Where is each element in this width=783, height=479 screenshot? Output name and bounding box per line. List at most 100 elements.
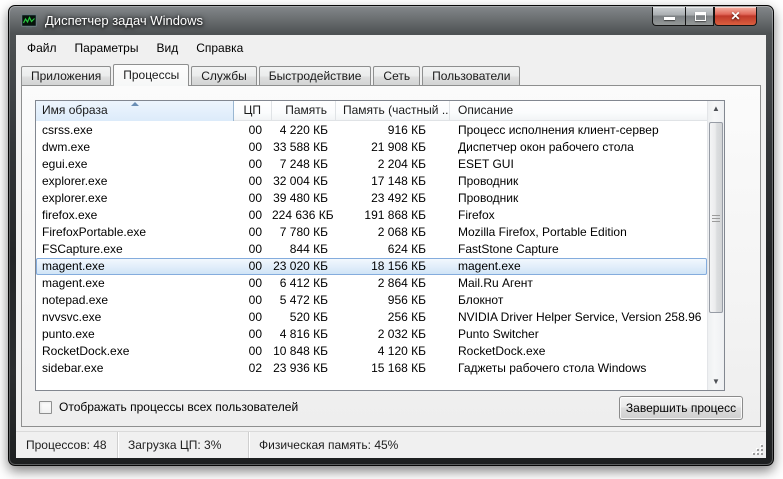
table-cell: 224 636 КБ [272,208,334,222]
table-cell: Диспетчер окон рабочего стола [458,140,634,154]
table-cell: 10 848 КБ [273,344,328,358]
tab-strip: Приложения Процессы Службы Быстродействи… [21,64,761,86]
table-row[interactable]: egui.exe 00 7 248 КБ 2 204 КБ ESET GUI [36,156,707,173]
table-row[interactable]: sidebar.exe 02 23 936 КБ 15 168 КБ Гаджеты р… [36,360,707,377]
menu-item-options[interactable]: Параметры [66,37,148,59]
table-cell: Проводник [458,191,519,205]
table-cell: 18 156 КБ [371,259,426,273]
table-row[interactable]: explorer.exe 00 39 480 КБ 23 492 КБ Проводни… [36,190,707,207]
column-header-memory[interactable]: Память [272,101,336,121]
tab-networking[interactable]: Сеть [373,66,421,86]
table-row[interactable]: dwm.exe 00 33 588 КБ 21 908 КБ Диспетчер око… [36,139,707,156]
tab-users[interactable]: Пользователи [422,66,521,86]
table-cell: 2 068 КБ [377,225,426,239]
table-cell: 00 [248,123,262,137]
task-manager-window: Диспетчер задач Windows ✕ Файл Параметры… [8,5,774,466]
table-row[interactable]: RocketDock.exe 00 10 848 КБ 4 120 КБ RocketD… [36,343,707,360]
table-cell: Punto Switcher [458,327,539,341]
client-area: Файл Параметры Вид Справка Приложения Пр… [16,35,766,458]
table-row[interactable]: csrss.exe 00 4 220 КБ 916 КБ Процесс исполне… [36,122,707,139]
table-cell: 02 [248,361,262,375]
table-cell: 624 КБ [387,242,426,256]
sort-asc-icon [130,102,139,106]
table-cell: 956 КБ [387,293,426,307]
tab-services[interactable]: Службы [191,66,257,86]
column-header-description[interactable]: Описание [450,101,707,121]
show-all-users-checkbox[interactable] [39,400,52,414]
table-cell: RocketDock.exe [458,344,546,358]
tab-applications[interactable]: Приложения [21,66,112,86]
scroll-up-icon[interactable]: ▲ [708,101,724,117]
status-cpu-load: Загрузка ЦП: 3% [118,432,249,458]
end-process-button[interactable]: Завершить процесс [619,396,743,420]
menu-item-file[interactable]: Файл [18,37,66,59]
table-cell: 15 168 КБ [371,361,426,375]
close-button[interactable]: ✕ [714,7,757,26]
table-cell: 256 КБ [387,310,426,324]
column-header-memory-private[interactable]: Память (частный ... [336,101,450,121]
table-row[interactable]: nvvsvc.exe 00 520 КБ 256 КБ NVIDIA Driver He… [36,309,707,326]
table-cell: 21 908 КБ [371,140,426,154]
table-row[interactable]: magent.exe 00 23 020 КБ 18 156 КБ magent.exe [36,258,707,275]
process-table-body: csrss.exe 00 4 220 КБ 916 КБ Процесс исполне… [36,122,707,390]
table-cell: 00 [248,327,262,341]
scroll-down-icon[interactable]: ▼ [708,374,724,390]
tab-processes[interactable]: Процессы [113,64,190,86]
table-cell: nvvsvc.exe [42,310,102,324]
show-all-users-label: Отображать процессы всех пользователей [59,400,299,414]
menu-item-view[interactable]: Вид [147,37,187,59]
column-header-cpu[interactable]: ЦП [234,101,272,121]
table-row[interactable]: notepad.exe 00 5 472 КБ 956 КБ Блокнот [36,292,707,309]
table-cell: 00 [248,293,262,307]
window-title: Диспетчер задач Windows [45,13,204,28]
scrollbar-grip-icon [712,214,720,222]
table-row[interactable]: magent.exe 00 6 412 КБ 2 864 КБ Mail.Ru Аген… [36,275,707,292]
minimize-button[interactable] [652,7,685,26]
menu-bar: Файл Параметры Вид Справка [16,35,766,61]
table-cell: 00 [248,174,262,188]
title-bar[interactable]: Диспетчер задач Windows ✕ [9,6,773,36]
table-row[interactable]: firefox.exe 00 224 636 КБ 191 868 КБ Firefox [36,207,707,224]
table-cell: explorer.exe [42,174,108,188]
table-cell: 191 868 КБ [364,208,426,222]
table-row[interactable]: explorer.exe 00 32 004 КБ 17 148 КБ Проводни… [36,173,707,190]
table-cell: 2 032 КБ [377,327,426,341]
table-row[interactable]: FirefoxPortable.exe 00 7 780 КБ 2 068 КБ Moz… [36,224,707,241]
table-cell: 6 412 КБ [279,276,328,290]
close-icon: ✕ [730,9,741,23]
table-cell: 2 204 КБ [377,157,426,171]
table-cell: 00 [248,191,262,205]
tab-performance[interactable]: Быстродействие [258,66,372,86]
status-physical-memory: Физическая память: 45% [259,438,399,452]
column-header-label: Имя образа [42,103,108,117]
task-manager-icon [21,14,37,29]
table-cell: magent.exe [458,259,521,273]
vertical-scrollbar[interactable]: ▲ ▼ [707,101,724,390]
table-cell: Mozilla Firefox, Portable Edition [458,225,627,239]
table-cell: FSCapture.exe [42,242,123,256]
table-header-row: Имя образа ЦП Память Память (частный ...… [36,101,707,121]
menu-item-help[interactable]: Справка [187,37,252,59]
table-cell: Процесс исполнения клиент-сервер [458,123,659,137]
table-cell: RocketDock.exe [42,344,130,358]
show-all-users-control[interactable]: Отображать процессы всех пользователей [39,400,298,414]
table-cell: punto.exe [42,327,95,341]
status-processes: Процессов: 48 [16,432,118,458]
table-cell: dwm.exe [42,140,91,154]
table-cell: 00 [248,208,262,222]
column-header-image-name[interactable]: Имя образа [36,101,234,121]
scrollbar-thumb[interactable] [709,122,723,313]
table-cell: 00 [248,276,262,290]
resize-grip[interactable] [751,443,763,455]
table-cell: 23 936 КБ [273,361,328,375]
maximize-button[interactable] [685,7,714,26]
table-cell: NVIDIA Driver Helper Service, Version 25… [458,310,702,324]
table-cell: 4 220 КБ [279,123,328,137]
table-cell: 7 780 КБ [279,225,328,239]
table-cell: Блокнот [458,293,504,307]
table-cell: 00 [248,344,262,358]
table-row[interactable]: FSCapture.exe 00 844 КБ 624 КБ FastStone Cap… [36,241,707,258]
table-cell: magent.exe [42,276,105,290]
table-cell: Проводник [458,174,519,188]
table-row[interactable]: punto.exe 00 4 816 КБ 2 032 КБ Punto Switche… [36,326,707,343]
